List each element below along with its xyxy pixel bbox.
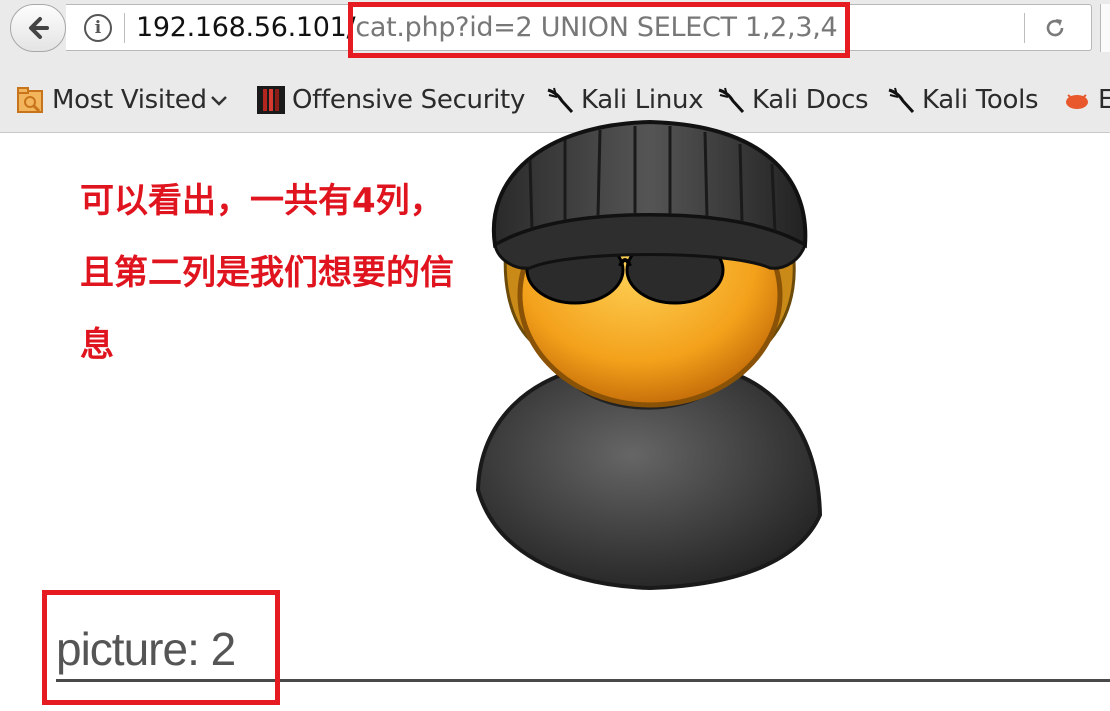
- kali-dragon-icon: [547, 87, 574, 114]
- bookmark-label: Offensive Security: [292, 85, 526, 115]
- back-arrow-icon: [29, 17, 49, 39]
- bookmark-kali-linux[interactable]: Kali Linux: [545, 82, 704, 118]
- bookmark-exploit-db[interactable]: E: [1062, 82, 1110, 118]
- chevron-down-icon: [210, 96, 227, 106]
- bookmark-kali-tools[interactable]: Kali Tools: [886, 82, 1039, 118]
- bookmark-label: Kali Tools: [922, 85, 1039, 115]
- url-divider: [124, 13, 125, 43]
- hacker-avatar-image: [475, 120, 823, 590]
- bookmark-label: E: [1098, 85, 1110, 115]
- annotation-text: 可以看出，一共有4列，且第二列是我们想要的信息: [80, 181, 454, 365]
- offensive-security-icon: [257, 86, 285, 114]
- most-visited-folder-icon: [17, 87, 43, 113]
- toolbar-overflow: [1100, 4, 1110, 52]
- back-button[interactable]: [10, 4, 66, 52]
- kali-dragon-icon: [888, 87, 915, 114]
- exploit-db-icon: [1066, 94, 1088, 109]
- reload-icon[interactable]: [1041, 14, 1069, 42]
- bookmark-label: Most Visited: [52, 85, 207, 115]
- picture-highlight-box: [42, 590, 280, 705]
- bookmark-offensive-security[interactable]: Offensive Security: [256, 82, 525, 118]
- url-host: 192.168.56.101/: [136, 12, 356, 43]
- bookmark-label: Kali Linux: [581, 85, 704, 115]
- bookmark-label: Kali Docs: [752, 85, 869, 115]
- site-info-icon[interactable]: i: [84, 14, 112, 42]
- kali-dragon-icon: [718, 87, 745, 114]
- bookmark-most-visited[interactable]: Most Visited: [16, 82, 229, 118]
- reload-divider: [1024, 13, 1025, 43]
- bookmark-kali-docs[interactable]: Kali Docs: [716, 82, 869, 118]
- url-highlight-box: [348, 2, 850, 58]
